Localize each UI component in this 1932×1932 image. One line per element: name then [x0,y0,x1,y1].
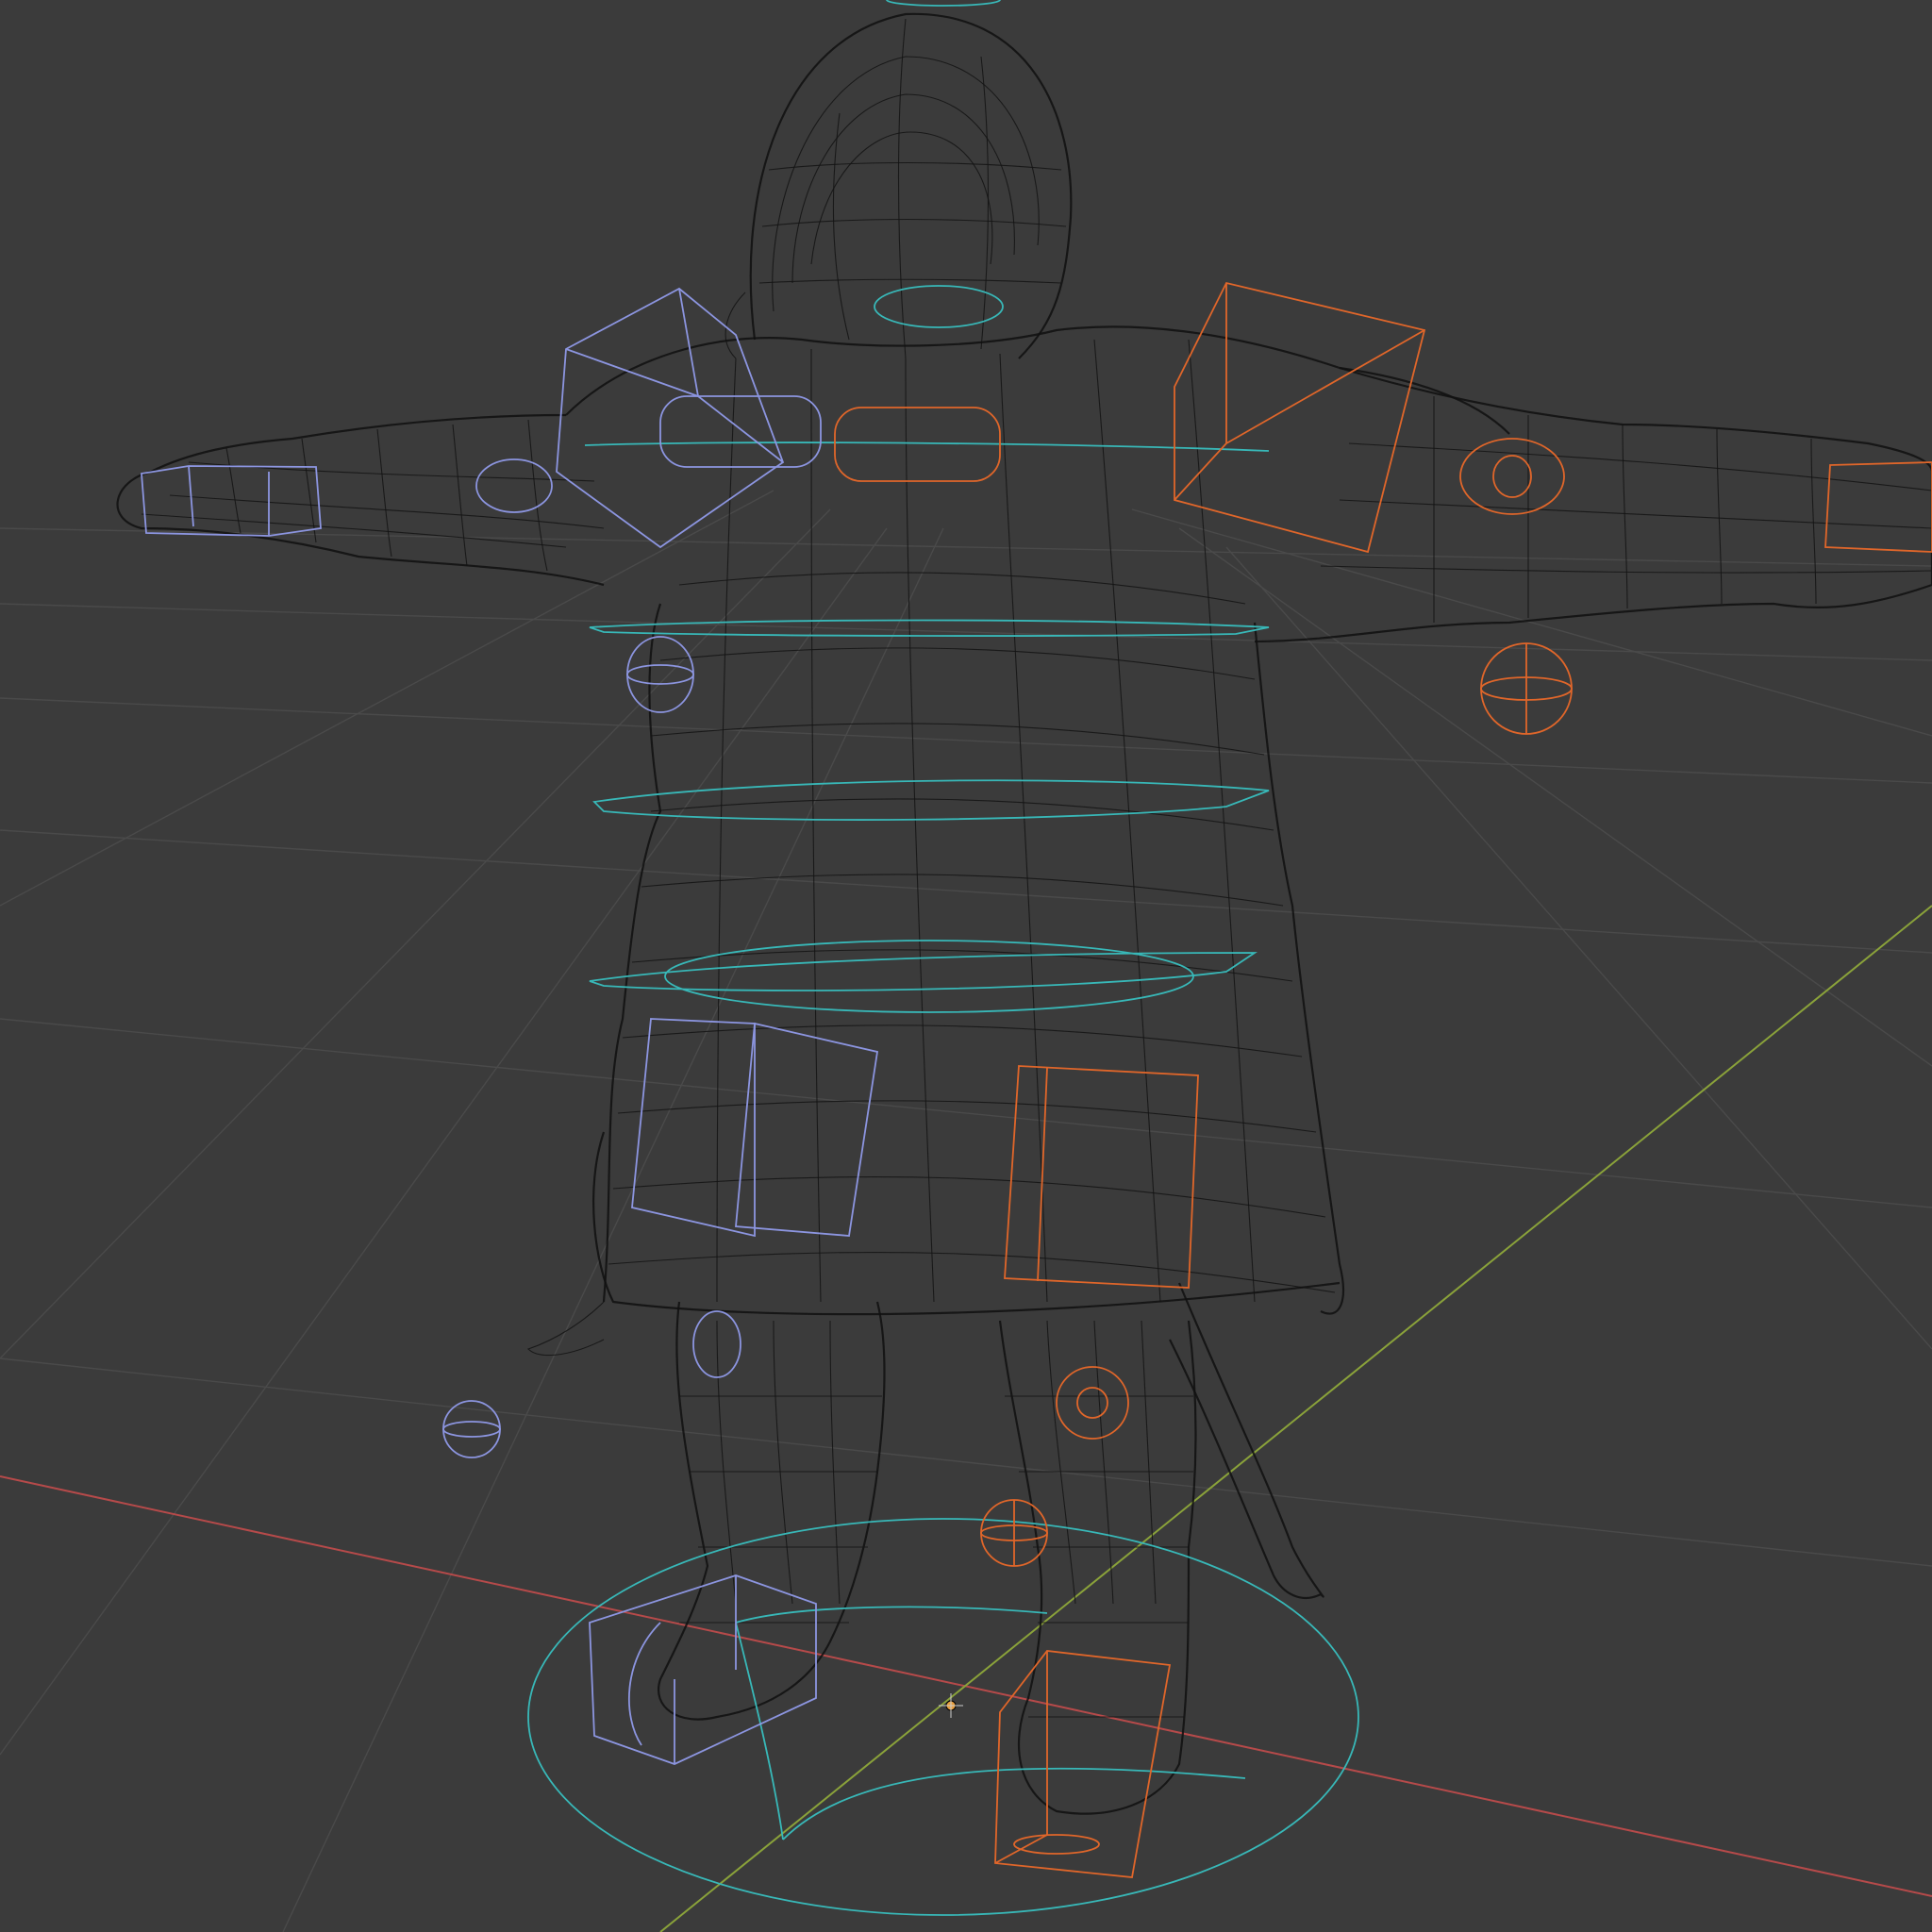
center-controls[interactable] [527,0,1359,1916]
floor-grid [0,490,1932,1932]
character-wireframe-mesh[interactable] [116,12,1932,1815]
y-axis-line [659,905,1932,1932]
3d-viewport[interactable] [0,0,1932,1932]
left-side-controls[interactable] [141,287,879,1765]
right-side-controls[interactable] [834,281,1932,1878]
origin-marker-icon[interactable] [939,1693,963,1718]
viewport-scene[interactable] [0,0,1932,1932]
